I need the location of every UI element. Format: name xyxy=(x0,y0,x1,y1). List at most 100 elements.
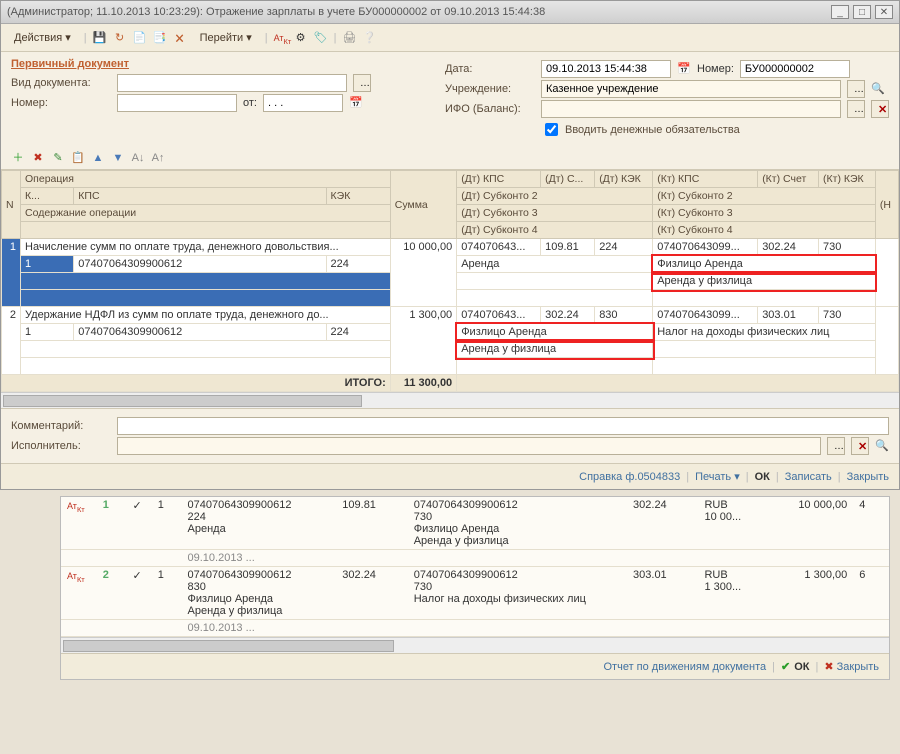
col-desc[interactable]: Содержание операции xyxy=(21,205,391,222)
doc-type-input[interactable] xyxy=(117,74,347,92)
new-doc-icon[interactable]: 📄 xyxy=(133,31,147,45)
doc-type-select[interactable]: … xyxy=(353,74,371,92)
col-ktsub4[interactable]: (Кт) Субконто 4 xyxy=(653,222,876,239)
movements-grid[interactable]: АтКт 1 ✓ 1 07407064309900612 224 Аренда … xyxy=(61,497,889,637)
number-input[interactable] xyxy=(117,94,237,112)
movement-row[interactable]: АтКт 1 ✓ 1 07407064309900612 224 Аренда … xyxy=(61,497,889,550)
close-icon: ✖ xyxy=(824,661,833,673)
grid-toolbar: ＋ ✖ ✎ 📋 ▲ ▼ A↓ A↑ xyxy=(1,147,899,170)
movements-report-link[interactable]: Отчет по движениям документа xyxy=(604,661,767,673)
calendar-icon[interactable]: 📅 xyxy=(349,96,363,110)
col-dtsub2[interactable]: (Дт) Субконто 2 xyxy=(457,188,653,205)
col-dtsub4[interactable]: (Дт) Субконто 4 xyxy=(457,222,653,239)
dtkt-icon[interactable]: АтКт xyxy=(274,31,288,45)
table-row[interactable]: 1 Начисление сумм по оплате труда, денеж… xyxy=(2,239,899,256)
obligations-checkbox-label[interactable]: Вводить денежные обязательства xyxy=(541,120,740,139)
movement-row[interactable]: 09.10.2013 ... xyxy=(61,620,889,637)
horizontal-scrollbar[interactable] xyxy=(1,392,899,408)
dtkt-icon: АтКт xyxy=(67,499,81,513)
label-comment: Комментарий: xyxy=(11,420,111,432)
highlighted-cell: Аренда у физлица xyxy=(457,341,653,358)
docnum-input[interactable] xyxy=(740,60,850,78)
col-sum[interactable]: Сумма xyxy=(390,171,456,239)
close-link[interactable]: Закрыть xyxy=(847,471,889,483)
movement-row[interactable]: 09.10.2013 ... xyxy=(61,550,889,567)
date-input[interactable] xyxy=(541,60,671,78)
totals-row: ИТОГО: 11 300,00 xyxy=(2,375,899,392)
col-dtkek[interactable]: (Дт) КЭК xyxy=(595,171,653,188)
main-grid[interactable]: N Операция Сумма (Дт) КПС (Дт) С... (Дт)… xyxy=(1,170,899,392)
actions-menu[interactable]: Действия ▾ xyxy=(7,28,78,47)
org-open-icon[interactable]: 🔍 xyxy=(871,82,885,96)
executor-clear[interactable]: ✕ xyxy=(851,437,869,455)
section-title: Первичный документ xyxy=(11,58,425,70)
col-ktsub3[interactable]: (Кт) Субконто 3 xyxy=(653,205,876,222)
close-button[interactable]: ✕ xyxy=(875,5,893,19)
print-icon[interactable]: 🖨 xyxy=(342,31,356,45)
add-row-icon[interactable]: ＋ xyxy=(11,151,25,165)
col-dts[interactable]: (Дт) С... xyxy=(541,171,595,188)
maximize-button[interactable]: □ xyxy=(853,5,871,19)
label-number: Номер: xyxy=(11,97,111,109)
scroll-thumb[interactable] xyxy=(63,640,394,652)
org-input[interactable] xyxy=(541,80,841,98)
label-num: Номер: xyxy=(697,63,734,75)
footer-toolbar: Справка ф.0504833 | Печать ▾ | ОК | Запи… xyxy=(1,463,899,489)
goto-menu[interactable]: Перейти ▾ xyxy=(193,28,259,47)
save-button[interactable]: Записать xyxy=(785,471,832,483)
delete-row-icon[interactable]: ✖ xyxy=(31,151,45,165)
ok-button[interactable]: ОК xyxy=(755,471,770,483)
col-op[interactable]: Операция xyxy=(21,171,391,188)
settings-icon[interactable]: ⚙ xyxy=(294,31,308,45)
sec-close-link[interactable]: ✖ Закрыть xyxy=(824,660,879,673)
ifo-input[interactable] xyxy=(541,100,841,118)
movement-row[interactable]: АтКт 2 ✓ 1 07407064309900612 830 Физлицо… xyxy=(61,567,889,620)
spravka-link[interactable]: Справка ф.0504833 xyxy=(579,471,680,483)
scroll-thumb[interactable] xyxy=(3,395,362,407)
sort-desc-icon[interactable]: A↑ xyxy=(151,151,165,165)
check-icon: ✔ xyxy=(781,660,790,673)
label-ifo: ИФО (Баланс): xyxy=(445,103,535,115)
edit-row-icon[interactable]: ✎ xyxy=(51,151,65,165)
col-last[interactable]: (Н xyxy=(875,171,898,239)
sec-scrollbar[interactable] xyxy=(61,637,889,653)
help-icon[interactable]: ❔ xyxy=(362,31,376,45)
label-date: Дата: xyxy=(445,63,535,75)
tag-icon[interactable]: 🏷 xyxy=(314,31,328,45)
executor-select[interactable]: … xyxy=(827,437,845,455)
table-row[interactable]: 2 Удержание НДФЛ из сумм по оплате труда… xyxy=(2,307,899,324)
obligations-checkbox[interactable] xyxy=(545,123,558,136)
comment-input[interactable] xyxy=(117,417,889,435)
copy-row-icon[interactable]: 📋 xyxy=(71,151,85,165)
executor-input[interactable] xyxy=(117,437,821,455)
col-kek[interactable]: КЭК xyxy=(326,188,390,205)
minimize-button[interactable]: _ xyxy=(831,5,849,19)
org-select-btn[interactable]: … xyxy=(847,80,865,98)
save-icon[interactable]: 💾 xyxy=(93,31,107,45)
col-ktkps[interactable]: (Кт) КПС xyxy=(653,171,758,188)
col-kps[interactable]: КПС xyxy=(74,188,326,205)
col-dtkps[interactable]: (Дт) КПС xyxy=(457,171,541,188)
executor-open-icon[interactable]: 🔍 xyxy=(875,439,889,453)
down-icon[interactable]: ▼ xyxy=(111,151,125,165)
from-date-input[interactable] xyxy=(263,94,343,112)
up-icon[interactable]: ▲ xyxy=(91,151,105,165)
col-ktkek[interactable]: (Кт) КЭК xyxy=(819,171,876,188)
copy-doc-icon[interactable]: 📑 xyxy=(153,31,167,45)
ifo-clear-btn[interactable]: ✕ xyxy=(871,100,889,118)
ifo-select-btn[interactable]: … xyxy=(847,100,865,118)
col-dtsub3[interactable]: (Дт) Субконто 3 xyxy=(457,205,653,222)
sort-asc-icon[interactable]: A↓ xyxy=(131,151,145,165)
refresh-icon[interactable]: ↻ xyxy=(113,31,127,45)
col-k[interactable]: К... xyxy=(21,188,74,205)
del-doc-icon[interactable]: 🗙 xyxy=(173,31,187,45)
label-org: Учреждение: xyxy=(445,83,535,95)
col-ktsub2[interactable]: (Кт) Субконто 2 xyxy=(653,188,876,205)
dtkt-icon: АтКт xyxy=(67,569,81,583)
calendar-icon2[interactable]: 📅 xyxy=(677,62,691,76)
sec-ok-button[interactable]: ✔ ОК xyxy=(781,660,810,673)
col-ktschet[interactable]: (Кт) Счет xyxy=(758,171,819,188)
print-menu[interactable]: Печать ▾ xyxy=(695,470,740,483)
col-n[interactable]: N xyxy=(2,171,21,239)
titlebar: (Администратор; 11.10.2013 10:23:29): От… xyxy=(1,1,899,24)
